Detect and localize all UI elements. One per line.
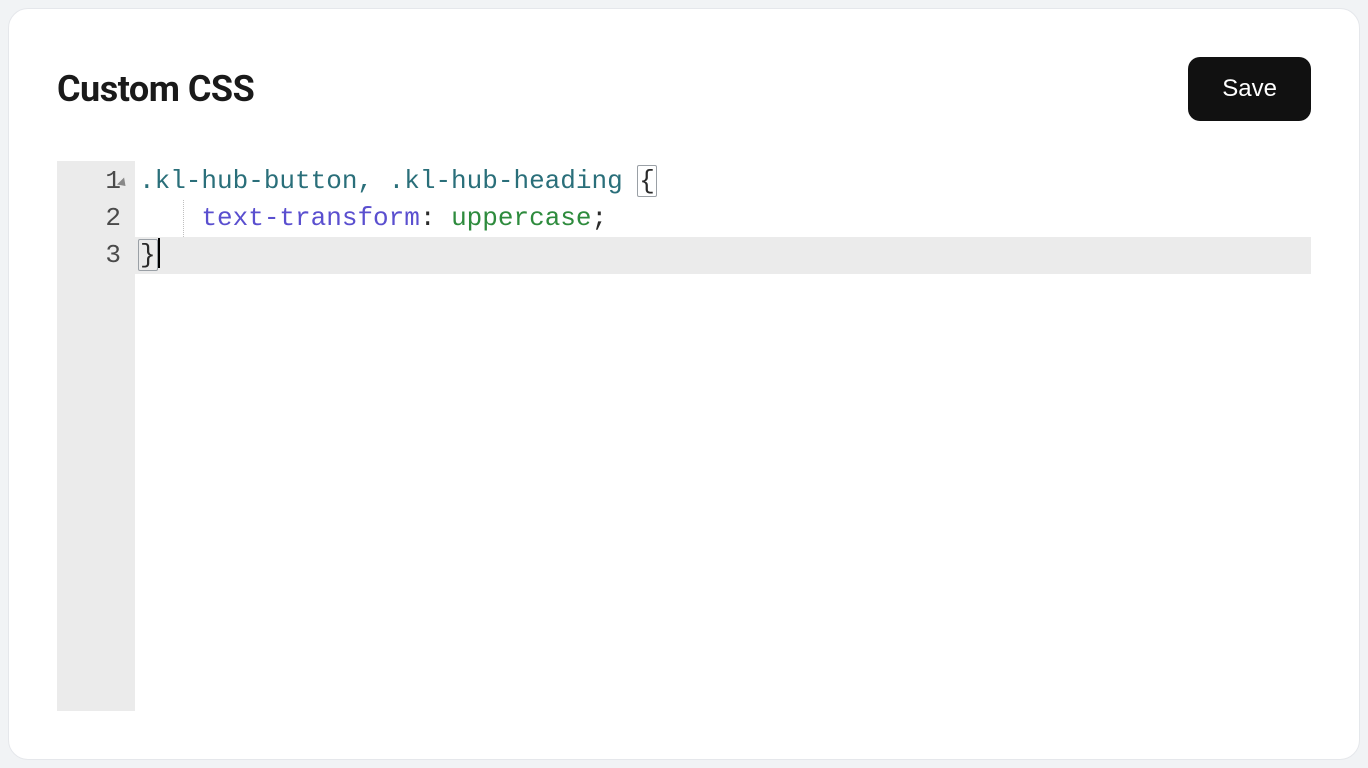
code-line-3[interactable]: } <box>135 237 1311 274</box>
css-selector: .kl-hub-button, .kl-hub-heading <box>139 166 638 196</box>
code-area[interactable]: .kl-hub-button, .kl-hub-heading { text-t… <box>135 161 1311 711</box>
colon: : <box>420 203 451 233</box>
code-editor[interactable]: 1 2 3 .kl-hub-button, .kl-hub-heading { … <box>57 161 1311 711</box>
save-button[interactable]: Save <box>1188 57 1311 121</box>
gutter-line-3: 3 <box>57 237 121 274</box>
css-property: text-transform <box>201 203 419 233</box>
line-number: 2 <box>105 203 121 233</box>
close-brace: } <box>139 240 157 270</box>
indent <box>139 203 201 233</box>
editor-gutter: 1 2 3 <box>57 161 135 711</box>
page-title: Custom CSS <box>57 68 254 110</box>
open-brace: { <box>638 166 656 196</box>
semicolon: ; <box>592 203 608 233</box>
code-line-2[interactable]: text-transform: uppercase; <box>135 200 1311 237</box>
gutter-line-2: 2 <box>57 200 121 237</box>
indent-guide <box>183 200 184 237</box>
text-cursor <box>158 238 160 268</box>
header-row: Custom CSS Save <box>57 57 1311 121</box>
line-number: 3 <box>105 240 121 270</box>
code-line-1[interactable]: .kl-hub-button, .kl-hub-heading { <box>135 163 1311 200</box>
css-value: uppercase <box>451 203 591 233</box>
gutter-line-1: 1 <box>57 163 121 200</box>
custom-css-card: Custom CSS Save 1 2 3 .kl-hub-button, .k… <box>8 8 1360 760</box>
